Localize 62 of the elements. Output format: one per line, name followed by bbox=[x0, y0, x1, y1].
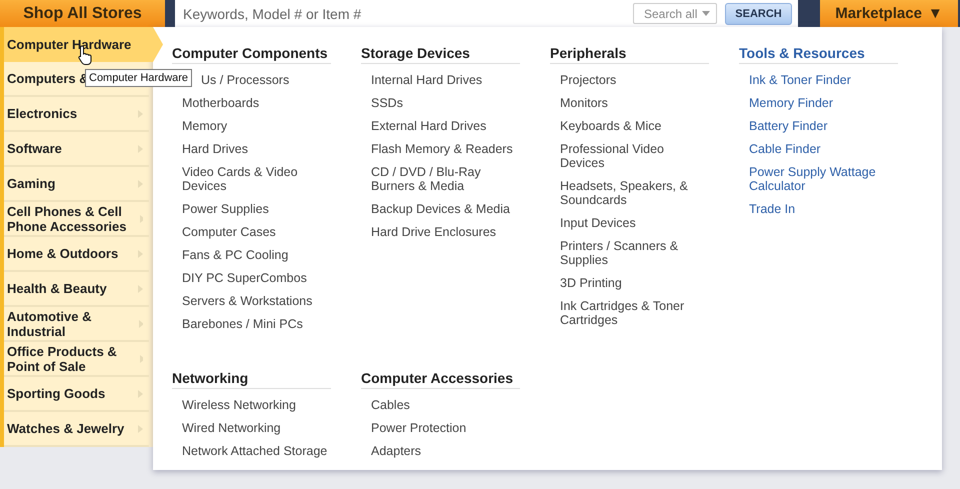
menu-link[interactable]: Computer Cases bbox=[172, 221, 332, 244]
search-scope-dropdown[interactable]: Search all bbox=[633, 3, 717, 24]
menu-link[interactable]: Hard Drive Enclosures bbox=[361, 221, 521, 244]
shop-all-stores-button[interactable]: Shop All Stores bbox=[0, 0, 165, 27]
section-heading: Tools & Resources bbox=[739, 45, 898, 64]
menu-link[interactable]: Power Supply Wattage Calculator bbox=[739, 161, 899, 198]
menu-link[interactable]: Projectors bbox=[550, 69, 710, 92]
menu-link[interactable]: Fans & PC Cooling bbox=[172, 244, 332, 267]
search-field[interactable]: Keywords, Model # or Item # Search all SEARCH bbox=[175, 0, 798, 27]
menu-link[interactable]: Ink Cartridges & Toner Cartridges bbox=[550, 295, 710, 332]
menu-link[interactable]: DIY PC SuperCombos bbox=[172, 267, 332, 290]
menu-link[interactable]: Battery Finder bbox=[739, 115, 899, 138]
sidebar-item[interactable]: Software bbox=[4, 132, 149, 167]
menu-link[interactable]: Cable Finder bbox=[739, 138, 899, 161]
sidebar-item[interactable]: Automotive & Industrial bbox=[4, 307, 149, 342]
sidebar-item[interactable]: Sporting Goods bbox=[4, 377, 149, 412]
menu-link[interactable]: Backup Devices & Media bbox=[361, 198, 521, 221]
menu-link[interactable]: Flash Memory & Readers bbox=[361, 138, 521, 161]
section-heading: Storage Devices bbox=[361, 45, 520, 64]
menu-link[interactable]: 3D Printing bbox=[550, 272, 710, 295]
menu-link[interactable]: External Hard Drives bbox=[361, 115, 521, 138]
menu-link[interactable]: Adapters bbox=[361, 440, 521, 463]
menu-link[interactable]: Memory Finder bbox=[739, 92, 899, 115]
menu-link[interactable]: Network Attached Storage bbox=[172, 440, 332, 463]
menu-link[interactable]: Trade In bbox=[739, 198, 899, 221]
search-button[interactable]: SEARCH bbox=[725, 2, 792, 24]
menu-link[interactable]: Hard Drives bbox=[172, 138, 332, 161]
section-heading: Computer Accessories bbox=[361, 370, 520, 389]
menu-link[interactable]: Keyboards & Mice bbox=[550, 115, 710, 138]
caret-icon bbox=[702, 11, 710, 16]
marketplace-button[interactable]: Marketplace ▼ bbox=[820, 0, 958, 27]
menu-link[interactable]: Barebones / Mini PCs bbox=[172, 313, 332, 336]
sidebar-item[interactable]: Electronics bbox=[4, 97, 149, 132]
menu-link[interactable]: Printers / Scanners & Supplies bbox=[550, 235, 710, 272]
sidebar-item[interactable]: Office Products & Point of Sale bbox=[4, 342, 149, 377]
menu-link[interactable]: Cables bbox=[361, 394, 521, 417]
menu-link[interactable]: Wired Networking bbox=[172, 417, 332, 440]
menu-link[interactable]: Power Supplies bbox=[172, 198, 332, 221]
menu-link[interactable]: Professional Video Devices bbox=[550, 138, 710, 175]
menu-link[interactable]: Ink & Toner Finder bbox=[739, 69, 899, 92]
sidebar-item[interactable]: Home & Outdoors bbox=[4, 237, 149, 272]
sidebar-item[interactable]: Gaming bbox=[4, 167, 149, 202]
section-heading: Networking bbox=[172, 370, 331, 389]
sidebar-item[interactable]: Health & Beauty bbox=[4, 272, 149, 307]
menu-link[interactable]: Wireless Networking bbox=[172, 394, 332, 417]
menu-link[interactable]: Memory bbox=[172, 115, 332, 138]
menu-link[interactable]: Input Devices bbox=[550, 212, 710, 235]
menu-link[interactable]: Motherboards bbox=[172, 92, 332, 115]
menu-link[interactable]: SSDs bbox=[361, 92, 521, 115]
section-heading: Peripherals bbox=[550, 45, 709, 64]
menu-link[interactable]: Power Protection bbox=[361, 417, 521, 440]
menu-link[interactable]: Internal Hard Drives bbox=[361, 69, 521, 92]
sidebar-item[interactable]: Watches & Jewelry bbox=[4, 412, 149, 447]
section-heading: Computer Components bbox=[172, 45, 331, 64]
tooltip: Computer Hardware bbox=[85, 69, 192, 87]
menu-link[interactable]: Monitors bbox=[550, 92, 710, 115]
sidebar-item[interactable]: Cell Phones & Cell Phone Accessories bbox=[4, 202, 149, 237]
sidebar-item[interactable]: Computer Hardware bbox=[4, 27, 163, 62]
menu-link[interactable]: CD / DVD / Blu-Ray Burners & Media bbox=[361, 161, 521, 198]
menu-link[interactable]: Video Cards & Video Devices bbox=[172, 161, 332, 198]
menu-link[interactable]: Headsets, Speakers, & Soundcards bbox=[550, 175, 710, 212]
menu-link[interactable]: Servers & Workstations bbox=[172, 290, 332, 313]
